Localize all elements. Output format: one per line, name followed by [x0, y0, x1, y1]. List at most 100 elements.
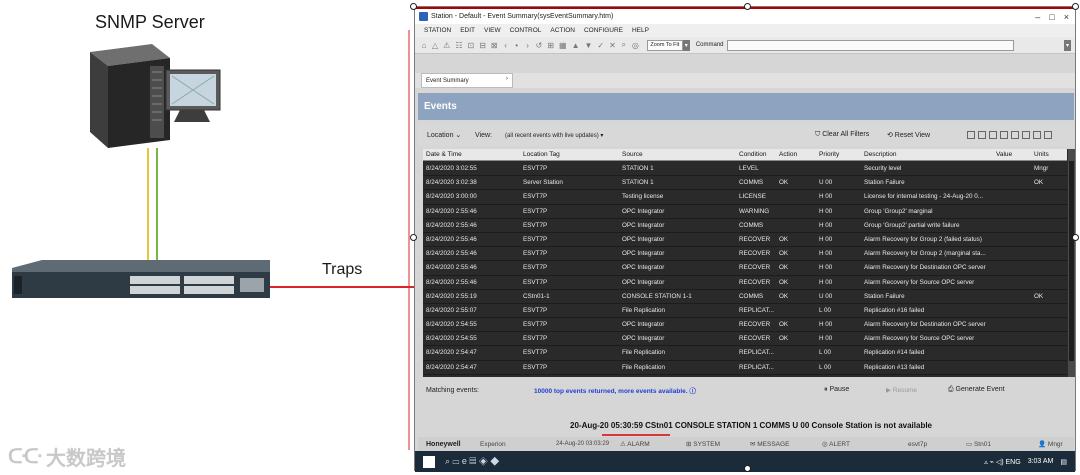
menu-configure[interactable]: CONFIGURE — [584, 27, 623, 34]
table-row[interactable]: 8/24/2020 2:55:46 ESVT7P OPC Integrator REC… — [423, 233, 1067, 248]
minimize-icon[interactable]: – — [1035, 12, 1040, 22]
event-table-scrollbar[interactable] — [1068, 149, 1075, 377]
freeze-icon[interactable] — [989, 131, 997, 139]
zoom-dropdown-icon[interactable]: ▾ — [682, 39, 690, 51]
layout-icon[interactable] — [978, 131, 986, 139]
acknowledge-icon[interactable]: ✓ — [597, 41, 604, 50]
pause-button[interactable]: ⏸ Pause — [824, 386, 886, 394]
status-alarm-button[interactable]: ⚠ ALARM — [620, 440, 686, 448]
taskbar-apps[interactable]: ⌕ ▭ e ▤ ◈ ◆ — [445, 456, 499, 467]
resize-handle-bottom[interactable] — [744, 465, 751, 472]
export-icon[interactable] — [1011, 131, 1019, 139]
column-source[interactable]: Source — [622, 151, 737, 158]
column-units[interactable]: Units — [1034, 151, 1066, 158]
column-location-tag[interactable]: Location Tag — [523, 151, 618, 158]
resize-handle-right[interactable] — [1072, 234, 1079, 241]
table-row[interactable]: 8/24/2020 2:55:46 ESVT7P OPC Integrator REC… — [423, 276, 1067, 290]
status-system-button[interactable]: ⊞ SYSTEM — [686, 440, 750, 448]
notification-icon[interactable]: ▤ — [1060, 458, 1067, 466]
alarm-line[interactable]: 20-Aug-20 05:30:59 CStn01 CONSOLE STATIO… — [570, 421, 932, 430]
columns-icon[interactable] — [967, 131, 975, 139]
windows-start-icon[interactable] — [423, 455, 435, 468]
status-alert-button[interactable]: ◎ ALERT — [822, 440, 908, 448]
tab-scroll-icon[interactable]: › — [506, 76, 514, 84]
status-message-button[interactable]: ✉ MESSAGE — [750, 440, 822, 448]
dot-icon[interactable]: • — [514, 41, 520, 50]
resize-handle-top-right[interactable] — [1072, 3, 1079, 10]
generate-event-button[interactable]: ⎙ Generate Event — [948, 386, 1005, 394]
cell-priority: H 00 — [819, 250, 833, 258]
location-filter[interactable]: Location ⌄ — [427, 131, 475, 139]
zoom-to-fit-button[interactable]: Zoom To Fit — [646, 39, 683, 51]
save-events-icon[interactable] — [1044, 131, 1052, 139]
menu-help[interactable]: HELP — [632, 27, 649, 34]
cell-location-tag: ESVT7P — [523, 335, 548, 343]
menu-edit[interactable]: EDIT — [460, 27, 475, 34]
report-icon[interactable]: ▦ — [559, 41, 567, 50]
search-icon[interactable]: ⌕ — [621, 40, 627, 50]
cell-location-tag: ESVT7P — [523, 235, 548, 243]
raise-icon[interactable]: ▲ — [572, 41, 580, 50]
cell-action: OK — [779, 321, 789, 329]
grid-icon[interactable] — [1000, 131, 1008, 139]
column-value[interactable]: Value — [996, 151, 1032, 158]
table-row[interactable]: 8/24/2020 2:54:55 ESVT7P OPC Integrator REC… — [423, 332, 1067, 347]
command-input[interactable] — [726, 39, 1014, 51]
maximize-icon[interactable]: □ — [1049, 12, 1054, 22]
print-icon[interactable]: ⊞ — [547, 41, 554, 50]
close-icon[interactable]: × — [1064, 12, 1069, 22]
alert-icon[interactable]: ⚠ — [443, 41, 450, 50]
table-row[interactable]: 8/24/2020 2:55:19 CStn01-1 CONSOLE STATION… — [423, 290, 1067, 304]
table-row[interactable]: 8/24/2020 3:02:38 Server Station STATION 1… — [423, 176, 1067, 191]
scrollbar-thumb[interactable] — [1069, 161, 1074, 361]
tray-icons[interactable]: ▵ ⌁ ◁) ENG — [984, 458, 1020, 466]
tab-event-summary[interactable]: Event Summary — [421, 73, 513, 88]
resume-button[interactable]: ▶ Resume — [886, 386, 948, 394]
table-row[interactable]: 8/24/2020 2:55:07 ESVT7P File Replication R… — [423, 304, 1067, 319]
table-row[interactable]: 8/24/2020 2:55:46 ESVT7P OPC Integrator WAR… — [423, 205, 1067, 219]
event-list-icon[interactable]: ☷ — [455, 41, 462, 50]
table-row[interactable]: 8/24/2020 2:54:55 ESVT7P OPC Integrator REC… — [423, 318, 1067, 333]
column-condition[interactable]: Condition — [739, 151, 779, 158]
clear-all-filters-button[interactable]: ⛉ Clear All Filters — [815, 131, 887, 139]
resize-handle-top-left[interactable] — [410, 3, 417, 10]
reset-view-button[interactable]: ⟲ Reset View — [887, 131, 947, 139]
cell-action: OK — [779, 235, 789, 243]
forward-icon[interactable]: › — [525, 41, 531, 50]
cancel-icon[interactable]: ✕ — [609, 41, 616, 50]
display-icon[interactable]: ⊡ — [468, 41, 475, 50]
tray-clock[interactable]: 3:03 AM — [1028, 458, 1054, 465]
column-date-time[interactable]: Date & Time — [426, 151, 521, 158]
column-priority[interactable]: Priority — [819, 151, 859, 158]
matching-events-result[interactable]: 10000 top events returned, more events a… — [534, 385, 824, 395]
table-row[interactable]: 8/24/2020 2:54:47 ESVT7P File Replication R… — [423, 361, 1067, 375]
print-events-icon[interactable] — [1033, 131, 1041, 139]
refresh-icon[interactable]: ↺ — [536, 41, 543, 50]
view-select[interactable]: (all recent events with live updates) ▾ — [505, 132, 665, 139]
table-row[interactable]: 8/24/2020 2:54:47 ESVT7P File Replication R… — [423, 346, 1067, 361]
menu-station[interactable]: STATION — [424, 27, 451, 34]
snmp-server-icon — [90, 44, 170, 148]
table-row[interactable]: 8/24/2020 2:55:46 ESVT7P OPC Integrator REC… — [423, 247, 1067, 262]
column-action[interactable]: Action — [779, 151, 815, 158]
table-row[interactable]: 8/24/2020 2:55:46 ESVT7P OPC Integrator REC… — [423, 261, 1067, 276]
detail-icon[interactable]: ◎ — [632, 41, 639, 50]
menu-action[interactable]: ACTION — [550, 27, 575, 34]
trend-icon[interactable]: ⊟ — [479, 41, 486, 50]
table-row[interactable]: 8/24/2020 2:55:46 ESVT7P OPC Integrator COM… — [423, 219, 1067, 233]
command-dropdown-icon[interactable]: ▾ — [1064, 39, 1071, 51]
table-row[interactable]: 8/24/2020 3:00:00 ESVT7P Testing license LI… — [423, 190, 1067, 205]
resize-handle-left[interactable] — [410, 234, 417, 241]
back-icon[interactable]: ‹ — [503, 41, 509, 50]
cell-source: OPC Integrator — [622, 321, 665, 329]
home-icon[interactable]: ⌂ — [421, 41, 427, 50]
alarm-summary-icon[interactable]: △ — [432, 41, 438, 50]
lower-icon[interactable]: ▼ — [585, 41, 593, 50]
table-row[interactable]: 8/24/2020 3:02:55 ESVT7P STATION 1 LEVEL Sec… — [423, 162, 1067, 177]
column-description[interactable]: Description — [864, 151, 994, 158]
filter-options-icon[interactable] — [1022, 131, 1030, 139]
menu-view[interactable]: VIEW — [484, 27, 501, 34]
group-icon[interactable]: ⊠ — [491, 41, 498, 50]
resize-handle-top[interactable] — [744, 3, 751, 10]
menu-control[interactable]: CONTROL — [510, 27, 542, 34]
